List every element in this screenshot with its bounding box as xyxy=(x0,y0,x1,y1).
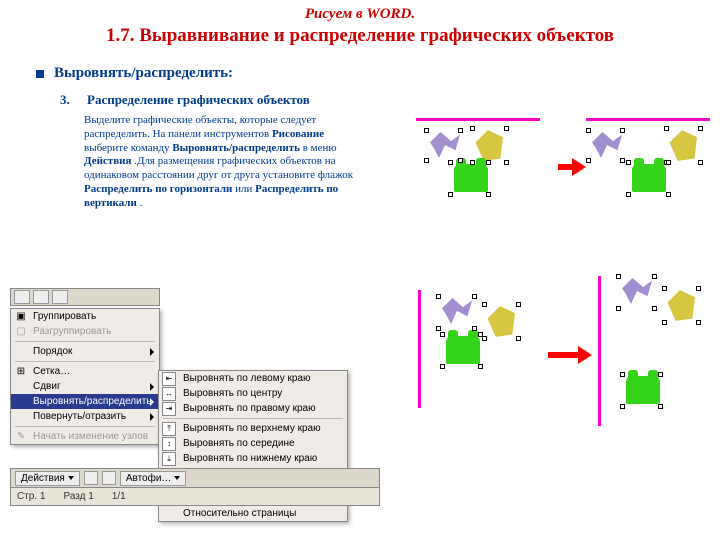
actions-menu: ▣ Группировать ▢ Разгруппировать Порядок… xyxy=(10,308,160,445)
step-heading: 3. Распределение графических объектов xyxy=(60,92,720,108)
step-label: Распределение графических объектов xyxy=(87,92,310,107)
status-section: Разд 1 xyxy=(63,491,93,502)
diagram-vert-after xyxy=(598,278,718,428)
menu-item-edit-points[interactable]: ✎ Начать изменение узлов xyxy=(11,429,159,444)
align-bottom-icon: ⤓ xyxy=(162,452,176,466)
step-number: 3. xyxy=(60,92,70,107)
status-page: Стр. 1 xyxy=(17,491,45,502)
align-top-icon: ⤒ xyxy=(162,422,176,436)
menu-item-group[interactable]: ▣ Группировать xyxy=(11,309,159,324)
tool-button[interactable] xyxy=(52,290,68,304)
submenu-arrow-icon xyxy=(150,398,154,406)
diagram-horiz-after xyxy=(588,118,708,213)
bottom-strip: Действия Автофи… Стр. 1 Разд 1 1/1 xyxy=(10,468,380,506)
menu-separator xyxy=(163,418,343,419)
instruction-paragraph: Выделите графические объекты, которые сл… xyxy=(84,114,364,210)
submenu-align-bottom[interactable]: ⤓ Выровнять по нижнему краю xyxy=(159,451,347,466)
menu-item-nudge[interactable]: Сдвиг xyxy=(11,379,159,394)
diagram-horiz-before xyxy=(418,118,538,213)
submenu-arrow-icon xyxy=(150,383,154,391)
submenu-arrow-icon xyxy=(150,348,154,356)
submenu-align-center[interactable]: ↔ Выровнять по центру xyxy=(159,386,347,401)
rotate-tool-button[interactable] xyxy=(102,471,116,485)
menu-item-ungroup[interactable]: ▢ Разгруппировать xyxy=(11,324,159,339)
bullet-marker xyxy=(36,70,44,78)
menu-separator xyxy=(15,341,155,342)
autoshapes-button[interactable]: Автофи… xyxy=(120,471,187,486)
mini-toolbar xyxy=(10,288,160,306)
align-right-icon: ⇥ xyxy=(162,402,176,416)
status-bar: Стр. 1 Разд 1 1/1 xyxy=(10,488,380,506)
submenu-align-top[interactable]: ⤒ Выровнять по верхнему краю xyxy=(159,421,347,436)
group-icon: ▣ xyxy=(14,310,28,324)
arrow-right-icon xyxy=(558,158,586,176)
menu-item-rotate[interactable]: Повернуть/отразить xyxy=(11,409,159,424)
submenu-align-middle[interactable]: ↕ Выровнять по середине xyxy=(159,436,347,451)
tool-button[interactable] xyxy=(33,290,49,304)
title-area: Рисуем в WORD. 1.7. Выравнивание и распр… xyxy=(0,0,720,47)
bullet-heading: Выровнять/распределить: xyxy=(36,65,720,82)
menu-separator xyxy=(15,361,155,362)
submenu-relative-to-page[interactable]: Относительно страницы xyxy=(159,506,347,521)
align-middle-icon: ↕ xyxy=(162,437,176,451)
section-title: 1.7. Выравнивание и распределение графич… xyxy=(0,25,720,47)
menu-separator xyxy=(15,426,155,427)
submenu-arrow-icon xyxy=(150,413,154,421)
ungroup-icon: ▢ xyxy=(14,325,28,339)
submenu-align-right[interactable]: ⇥ Выровнять по правому краю xyxy=(159,401,347,416)
edit-points-icon: ✎ xyxy=(14,430,28,444)
menu-item-align-distribute[interactable]: Выровнять/распределить xyxy=(11,394,159,409)
menu-item-grid[interactable]: ⊞ Сетка… xyxy=(11,364,159,379)
menu-item-order[interactable]: Порядок xyxy=(11,344,159,359)
arrow-right-icon xyxy=(548,346,592,364)
supertitle: Рисуем в WORD. xyxy=(0,6,720,23)
actions-menu-button[interactable]: Действия xyxy=(15,471,80,486)
bullet-text: Выровнять/распределить: xyxy=(54,65,233,82)
diagram-vert-before xyxy=(418,292,538,412)
tool-button[interactable] xyxy=(14,290,30,304)
align-left-icon: ⇤ xyxy=(162,372,176,386)
submenu-align-left[interactable]: ⇤ Выровнять по левому краю xyxy=(159,371,347,386)
select-tool-button[interactable] xyxy=(84,471,98,485)
dropdown-icon xyxy=(174,476,180,480)
status-pagecount: 1/1 xyxy=(112,491,126,502)
drawing-toolbar: Действия Автофи… xyxy=(10,468,380,488)
dropdown-icon xyxy=(68,476,74,480)
grid-icon: ⊞ xyxy=(14,365,28,379)
align-center-icon: ↔ xyxy=(162,387,176,401)
